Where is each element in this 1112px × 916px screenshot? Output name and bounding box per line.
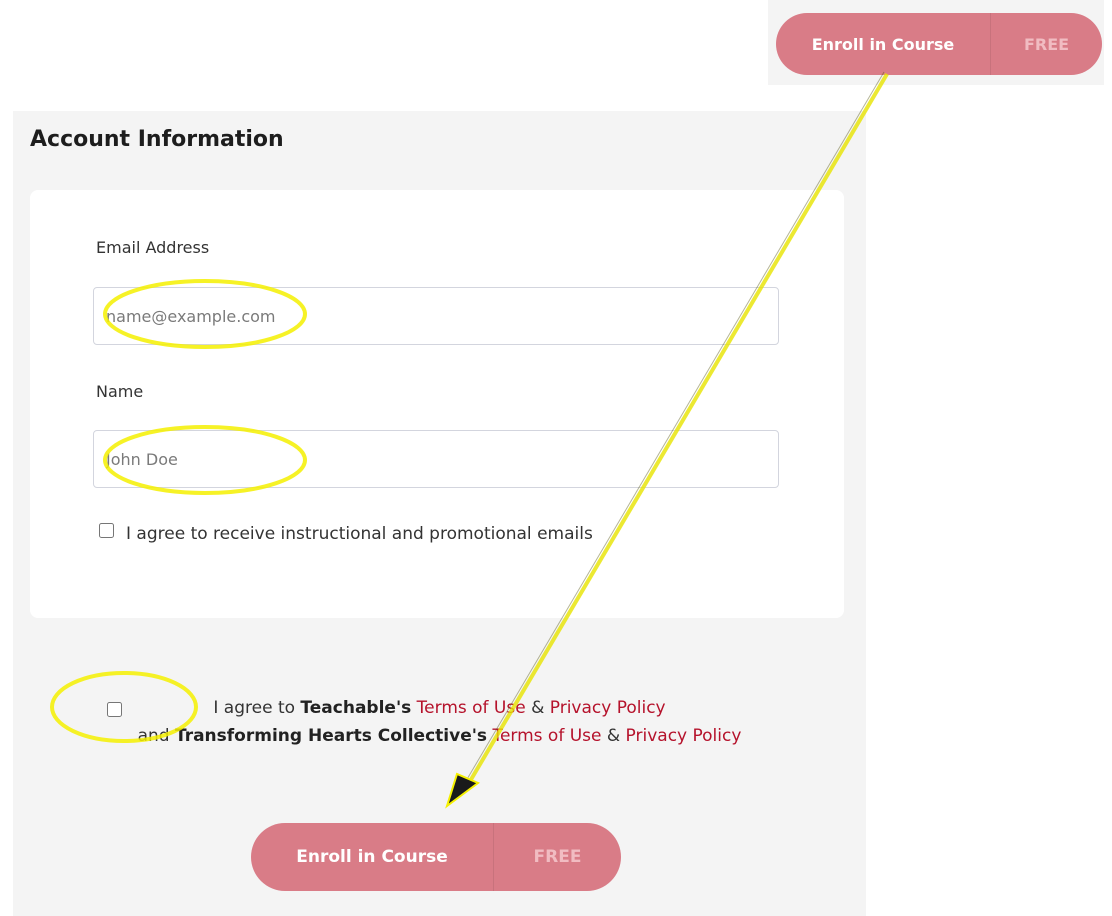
enroll-in-course-button[interactable]: Enroll in Course FREE <box>251 823 621 891</box>
terms-line-2: and Transforming Hearts Collective's Ter… <box>13 723 866 749</box>
top-enroll-label: Enroll in Course <box>811 34 955 54</box>
email-label: Email Address <box>96 238 210 257</box>
enroll-label: Enroll in Course <box>296 847 448 867</box>
marketing-emails-checkbox[interactable] <box>99 523 114 538</box>
enroll-price: FREE <box>533 847 582 867</box>
school-company: Transforming Hearts Collective's <box>174 726 488 746</box>
top-enroll-price: FREE <box>1023 34 1070 54</box>
teachable-privacy-link[interactable]: Privacy Policy <box>550 698 666 718</box>
marketing-emails-label: I agree to receive instructional and pro… <box>126 524 593 544</box>
school-privacy-link[interactable]: Privacy Policy <box>626 726 742 746</box>
checkout-panel: Account Information Email Address Name I… <box>13 111 866 916</box>
teachable-company: Teachable's <box>300 698 412 718</box>
top-enroll-button[interactable]: Enroll in Course FREE <box>776 13 1102 75</box>
account-card: Email Address Name I agree to receive in… <box>30 190 844 618</box>
school-terms-link[interactable]: Terms of Use <box>492 726 601 746</box>
account-information-title: Account Information <box>30 127 284 152</box>
terms-line-1: I agree to Teachable's Terms of Use & Pr… <box>13 695 866 721</box>
terms-and: and <box>137 726 170 746</box>
teachable-terms-link[interactable]: Terms of Use <box>417 698 526 718</box>
ampersand: & <box>531 698 545 718</box>
name-label: Name <box>96 382 144 401</box>
name-input[interactable] <box>93 430 779 488</box>
email-input[interactable] <box>93 287 779 345</box>
ampersand-2: & <box>606 726 621 746</box>
terms-prefix: I agree to <box>213 698 296 718</box>
